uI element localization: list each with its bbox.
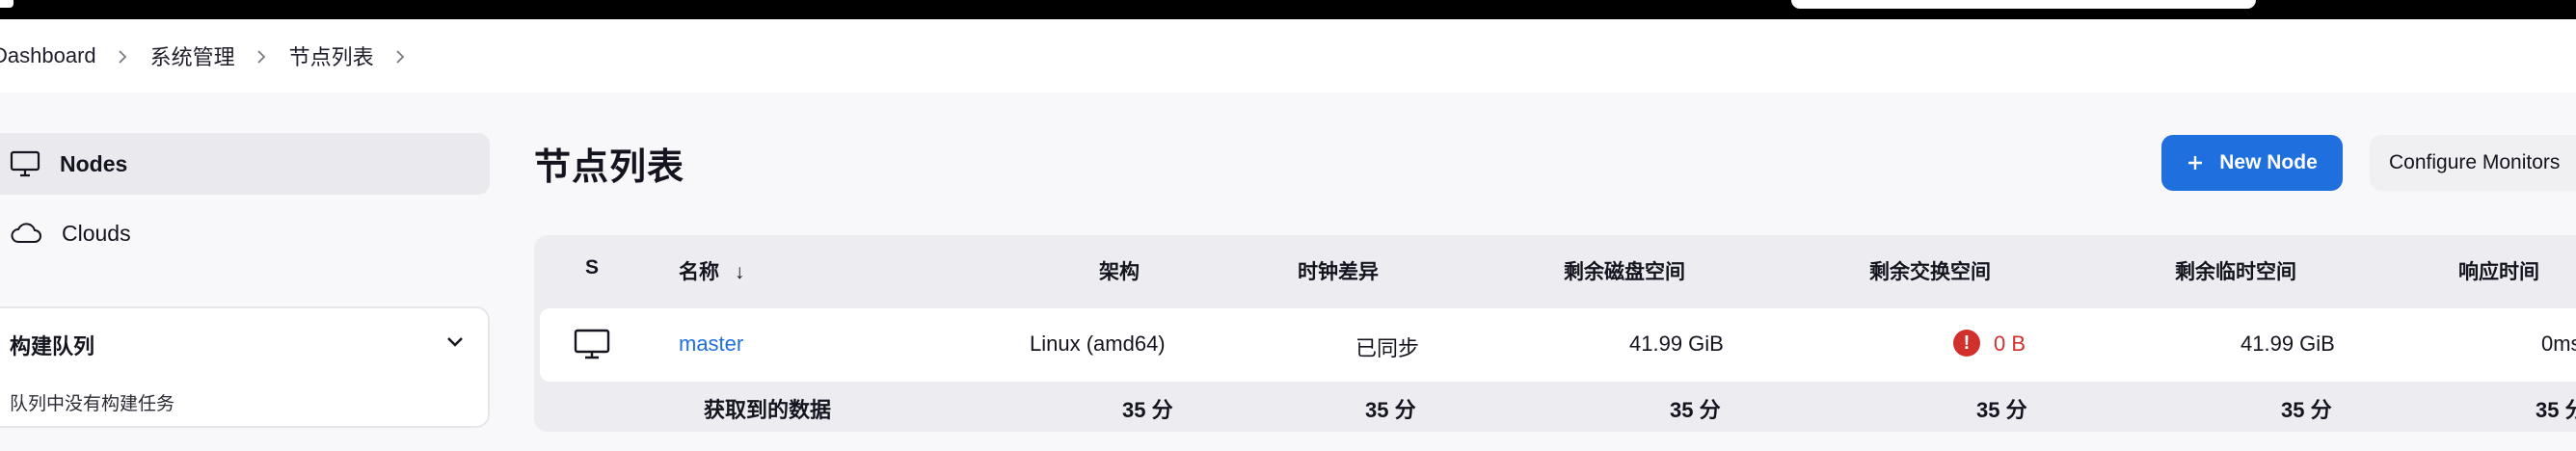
monitor-icon bbox=[10, 150, 40, 177]
node-architecture: Linux (amd64) bbox=[1030, 332, 1166, 356]
table-row: master Linux (amd64) 已同步 41.99 GiB ! 0 B… bbox=[540, 308, 2576, 382]
nodes-table: S 名称 ↓ 架构 时钟差异 剩余磁盘空间 剩余交换空间 剩余临时空间 响应时间… bbox=[534, 235, 2576, 432]
column-header-name-label: 名称 bbox=[679, 261, 719, 283]
column-header-response-time[interactable]: 响应时间 bbox=[2458, 256, 2539, 285]
node-free-swap-space: 0 B bbox=[1994, 332, 2026, 356]
build-queue-title: 构建队列 bbox=[10, 334, 95, 358]
build-queue-panel: 构建队列 队列中没有构建任务 bbox=[0, 306, 490, 428]
new-node-button[interactable]: New Node bbox=[2161, 135, 2343, 191]
column-header-free-temp-space[interactable]: 剩余临时空间 bbox=[2175, 256, 2296, 285]
chevron-down-icon[interactable] bbox=[445, 335, 465, 354]
breadcrumb: Dashboard 系统管理 节点列表 bbox=[0, 19, 2576, 93]
node-clock-difference: 已同步 bbox=[1355, 336, 1420, 360]
page-title: 节点列表 bbox=[534, 147, 685, 188]
sort-arrow-down-icon: ↓ bbox=[734, 261, 745, 283]
breadcrumb-nodes[interactable]: 节点列表 bbox=[289, 40, 374, 71]
warning-icon: ! bbox=[1953, 330, 1980, 357]
breadcrumb-manage-jenkins[interactable]: 系统管理 bbox=[150, 40, 235, 71]
chevron-right-icon[interactable] bbox=[256, 49, 266, 64]
search-input[interactable] bbox=[1791, 0, 2256, 9]
column-header-architecture[interactable]: 架构 bbox=[1099, 256, 1140, 285]
build-queue-empty-text: 队列中没有构建任务 bbox=[10, 394, 175, 414]
column-header-name[interactable]: 名称 ↓ bbox=[679, 256, 744, 285]
configure-monitors-button[interactable]: Configure Monitors bbox=[2370, 135, 2576, 191]
column-header-status[interactable]: S bbox=[585, 256, 599, 279]
chevron-right-icon[interactable] bbox=[395, 49, 405, 64]
footer-architecture-age: 35 分 bbox=[1122, 398, 1173, 422]
plus-icon bbox=[2188, 156, 2203, 170]
cloud-icon bbox=[11, 223, 41, 243]
sidebar-item-label: Nodes bbox=[60, 150, 128, 176]
node-name-link[interactable]: master bbox=[679, 332, 743, 357]
footer-swap-age: 35 分 bbox=[1976, 398, 2027, 422]
column-header-free-swap-space[interactable]: 剩余交换空间 bbox=[1869, 256, 1991, 285]
chevron-right-icon[interactable] bbox=[118, 49, 127, 64]
sidebar-item-label: Clouds bbox=[62, 220, 131, 246]
node-response-time: 0ms bbox=[2541, 332, 2576, 356]
footer-temp-age: 35 分 bbox=[2281, 398, 2332, 422]
new-node-label: New Node bbox=[2219, 151, 2318, 173]
top-header-bar bbox=[0, 0, 2576, 19]
configure-monitors-label: Configure Monitors bbox=[2389, 151, 2561, 173]
sidebar-item-nodes[interactable]: Nodes bbox=[0, 133, 490, 195]
content-area: Nodes Clouds 构建队列 队列中没有构建任务 节点列表 New Nod… bbox=[0, 93, 2576, 451]
column-header-free-disk-space[interactable]: 剩余磁盘空间 bbox=[1564, 256, 1685, 285]
footer-clock-age: 35 分 bbox=[1365, 398, 1416, 422]
node-free-temp-space: 41.99 GiB bbox=[2241, 332, 2335, 356]
jenkins-logo[interactable] bbox=[0, 0, 13, 8]
footer-label: 获取到的数据 bbox=[704, 398, 832, 422]
node-free-disk-space: 41.99 GiB bbox=[1629, 332, 1724, 356]
footer-disk-age: 35 分 bbox=[1670, 398, 1721, 422]
footer-response-age: 35 分 bbox=[2536, 398, 2576, 422]
column-header-clock-difference[interactable]: 时钟差异 bbox=[1298, 256, 1379, 285]
breadcrumb-dashboard[interactable]: Dashboard bbox=[0, 43, 96, 68]
sidebar-item-clouds[interactable]: Clouds bbox=[0, 202, 490, 264]
computer-icon bbox=[573, 328, 611, 366]
